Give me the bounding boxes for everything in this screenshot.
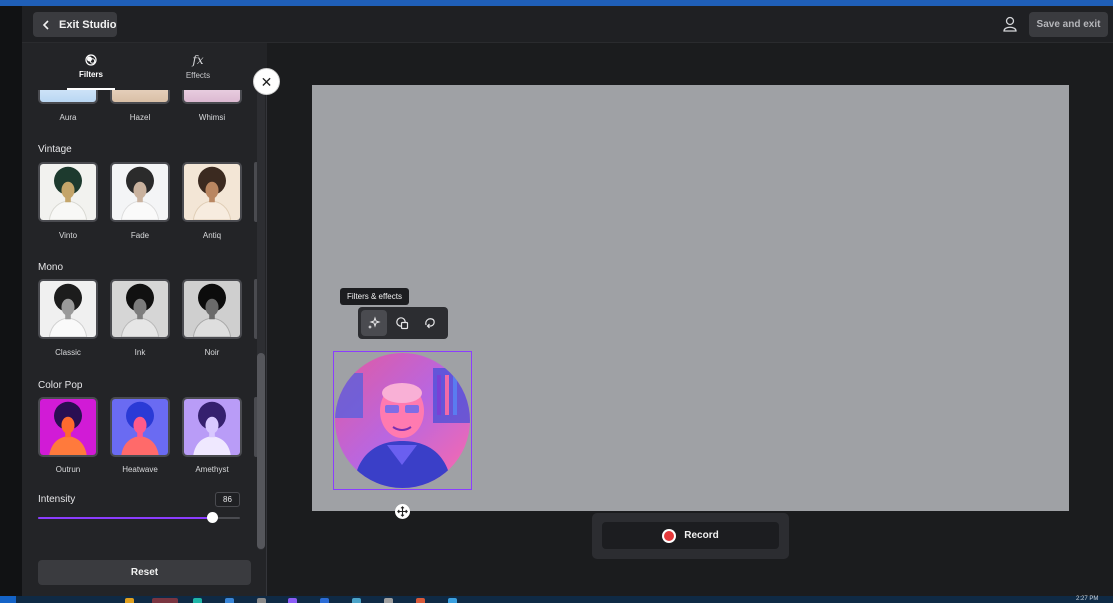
filter-thumb-noir[interactable] (182, 279, 242, 339)
active-tab-indicator (67, 88, 115, 90)
filter-thumb-antiq[interactable] (182, 162, 242, 222)
shape-button[interactable] (389, 310, 415, 336)
filters-panel: Filters fx Effects Aura Hazel Whimsi Vin… (22, 43, 267, 596)
rotate-button[interactable] (417, 310, 443, 336)
taskbar-app[interactable] (352, 598, 361, 603)
portrait-thumbnail (40, 399, 96, 455)
portrait-thumbnail (112, 399, 168, 455)
taskbar-app[interactable] (448, 598, 457, 603)
record-dot-icon (662, 528, 677, 543)
filter-thumb-whimsi[interactable] (182, 90, 242, 104)
filter-thumb-classic[interactable] (38, 279, 98, 339)
tab-filters[interactable]: Filters (61, 43, 121, 90)
taskbar-app[interactable] (152, 598, 178, 603)
portrait-thumbnail (184, 281, 240, 337)
camera-preview[interactable] (335, 353, 470, 488)
close-icon: ✕ (260, 73, 273, 90)
record-label: Record (684, 530, 719, 541)
portrait-thumbnail (184, 399, 240, 455)
intensity-slider[interactable] (38, 512, 240, 523)
filter-label: Noir (204, 348, 220, 357)
taskbar-app[interactable] (257, 598, 266, 603)
filter-thumb-ink[interactable] (110, 279, 170, 339)
portrait-thumbnail (112, 164, 168, 220)
intensity-slider-knob[interactable] (206, 512, 218, 523)
start-button[interactable] (0, 596, 16, 603)
filter-label: Fade (130, 231, 150, 240)
filters-effects-button[interactable] (361, 310, 387, 336)
exit-studio-label: Exit Studio (59, 18, 117, 31)
intensity-label: Intensity (38, 494, 76, 505)
close-panel-button[interactable]: ✕ (253, 68, 280, 95)
portrait-thumbnail (40, 281, 96, 337)
chevron-left-icon (42, 19, 49, 30)
taskbar-app[interactable] (384, 598, 393, 603)
intensity-value-input[interactable]: 86 (215, 492, 240, 507)
filter-thumb-aura[interactable] (38, 90, 98, 104)
sparkle-icon (368, 316, 381, 329)
reset-button[interactable]: Reset (38, 560, 251, 585)
portrait-thumbnail (40, 164, 96, 220)
filter-thumb-amethyst[interactable] (182, 397, 242, 457)
filter-thumb-vinto[interactable] (38, 162, 98, 222)
save-and-exit-button[interactable]: Save and exit (1029, 12, 1108, 37)
taskbar-app[interactable] (288, 598, 297, 603)
section-title-mono: Mono (38, 262, 64, 273)
filter-label: Classic (55, 348, 81, 357)
filter-thumb-fade[interactable] (110, 162, 170, 222)
filter-label: Outrun (55, 465, 81, 474)
move-icon (397, 506, 408, 517)
filter-label: Aura (59, 113, 77, 122)
person-icon[interactable] (1003, 16, 1017, 32)
os-taskbar (0, 596, 1113, 603)
filter-thumb-heatwave[interactable] (110, 397, 170, 457)
rotate-icon (425, 318, 435, 329)
fx-icon: fx (192, 53, 204, 67)
tab-effects[interactable]: fx Effects (168, 43, 228, 90)
window-left-edge (0, 6, 22, 596)
exit-studio-button[interactable]: Exit Studio (33, 12, 117, 37)
filter-thumb-hazel[interactable] (110, 90, 170, 104)
tab-effects-label: Effects (185, 71, 211, 80)
taskbar-app[interactable] (416, 598, 425, 603)
filters-scroll-area: Aura Hazel Whimsi Vintage Vinto Fade Ant… (22, 90, 267, 550)
record-button[interactable]: Record (602, 522, 779, 549)
filter-label: Antiq (202, 231, 222, 240)
taskbar-app[interactable] (225, 598, 234, 603)
camera-feed-image (335, 353, 470, 488)
taskbar-app[interactable] (193, 598, 202, 603)
filter-label: Heatwave (122, 465, 158, 474)
studio-header: Exit Studio Save and exit (22, 6, 1113, 43)
intensity-slider-fill (38, 517, 212, 519)
taskbar-app[interactable] (125, 598, 134, 603)
panel-tabs: Filters fx Effects (22, 43, 267, 90)
section-title-color-pop: Color Pop (38, 380, 83, 391)
filter-label: Whimsi (198, 113, 226, 122)
shapes-icon (396, 317, 409, 330)
move-handle[interactable] (395, 504, 410, 519)
tab-filters-label: Filters (78, 70, 103, 79)
camera-toolbar (358, 307, 448, 339)
filters-icon (85, 54, 97, 66)
taskbar-clock: 2:27 PM (1076, 596, 1099, 602)
portrait-thumbnail (112, 281, 168, 337)
filter-label: Ink (134, 348, 146, 357)
filter-thumb-outrun[interactable] (38, 397, 98, 457)
portrait-thumbnail (184, 164, 240, 220)
filters-effects-tooltip: Filters & effects (340, 288, 409, 305)
taskbar-app[interactable] (320, 598, 329, 603)
section-title-vintage: Vintage (38, 144, 72, 155)
filter-label: Hazel (129, 113, 151, 122)
filter-label: Amethyst (195, 465, 229, 474)
panel-scrollbar-thumb[interactable] (257, 353, 265, 549)
filter-label: Vinto (58, 231, 78, 240)
